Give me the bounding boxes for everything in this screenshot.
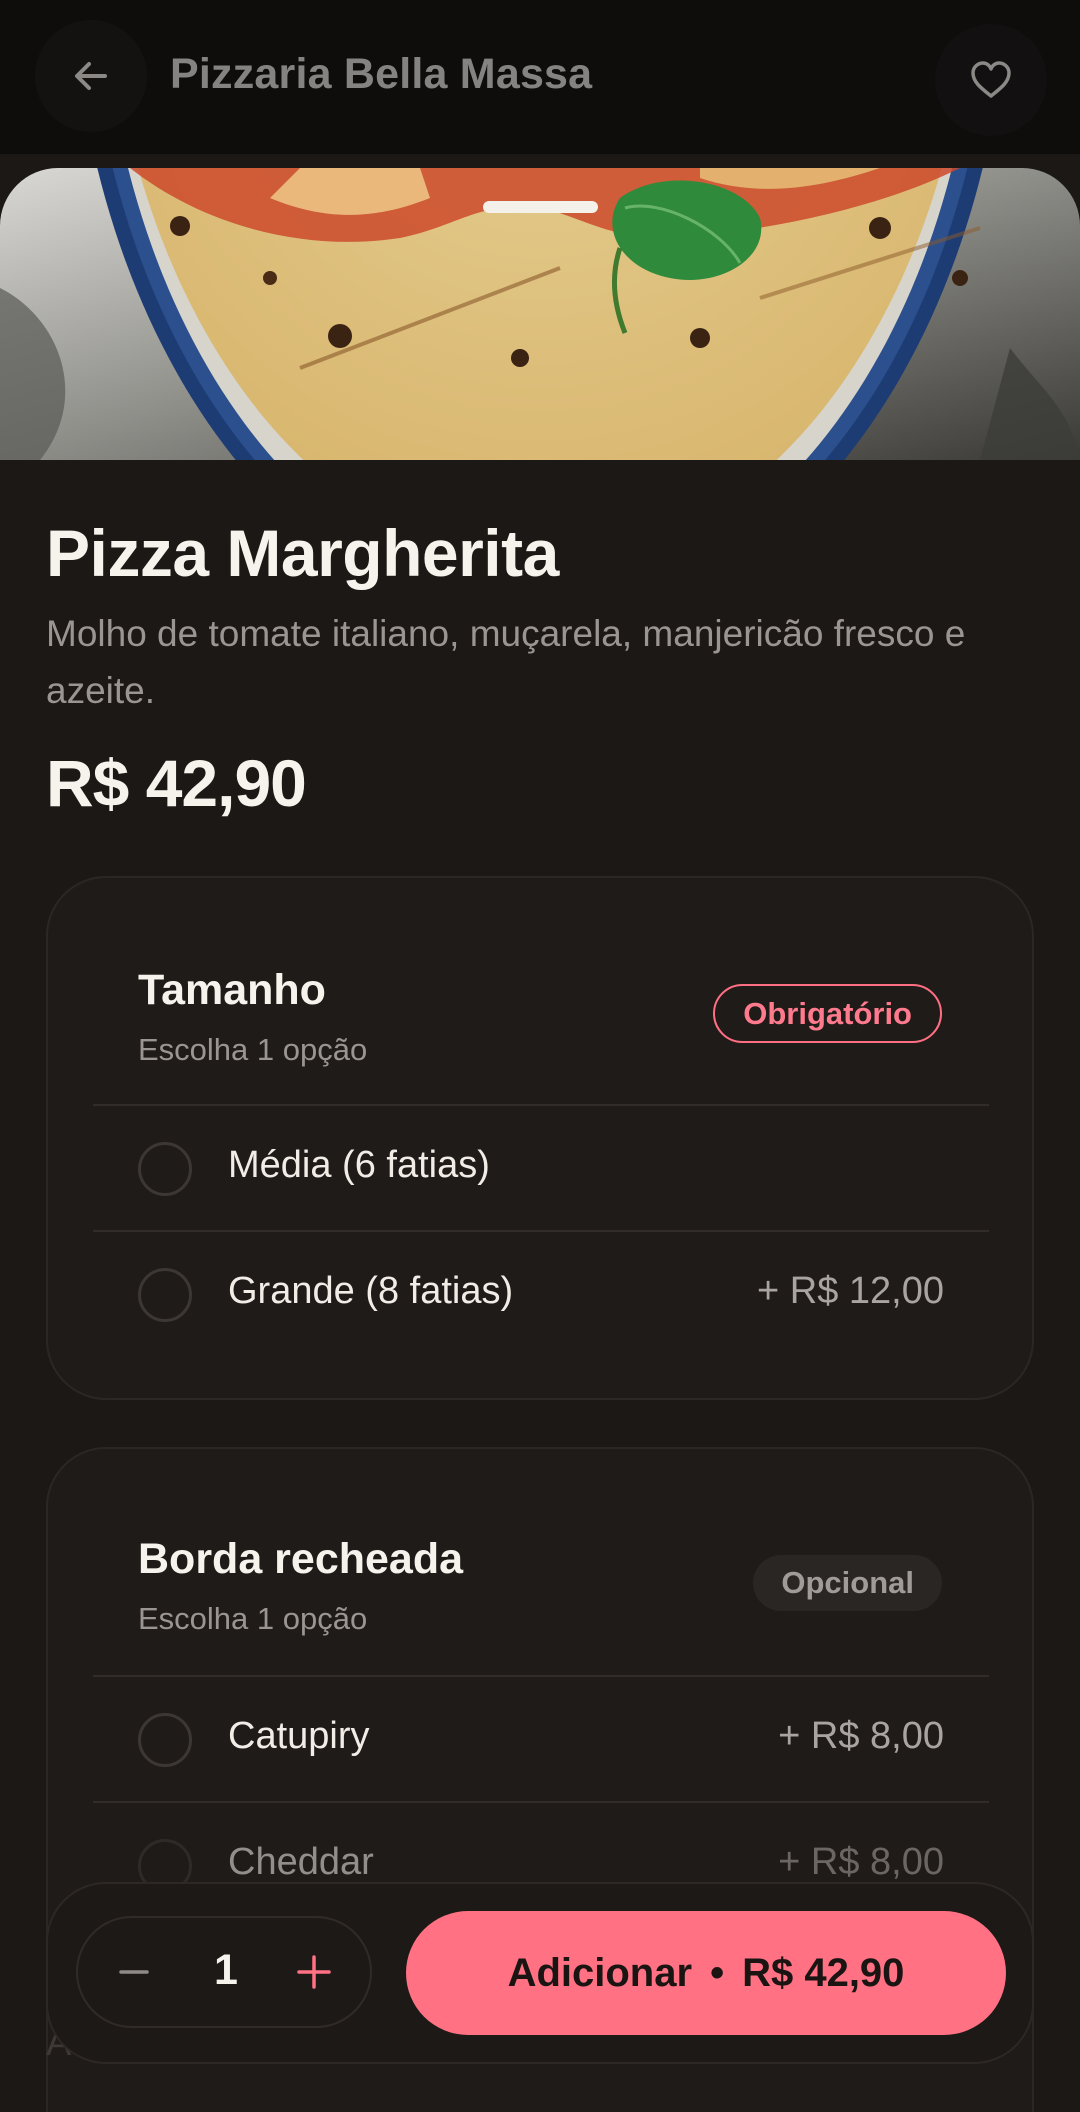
heart-icon [971,61,1011,98]
favorite-button[interactable] [935,24,1047,136]
add-label: Adicionar [507,1950,693,1995]
increase-button[interactable] [278,1936,350,2008]
option-label: Média (6 fatias) [228,1144,490,1186]
group-subtitle: Escolha 1 opção [138,1032,368,1067]
plus-icon [297,1955,331,1989]
add-to-cart-button[interactable]: Adicionar • R$ 42,90 [406,1911,1006,2035]
option-price: + R$ 8,00 [778,1841,944,1883]
group-title: Borda recheada [138,1535,464,1583]
bottom-action-bar: 1 Adicionar • R$ 42,90 [46,1882,1034,2064]
product-price: R$ 42,90 [46,746,307,820]
option-label: Grande (8 fatias) [228,1270,514,1312]
option-row-catupiry[interactable]: Catupiry + R$ 8,00 [48,1677,1034,1801]
radio-button[interactable] [138,1713,192,1767]
product-description: Molho de tomate italiano, muçarela, manj… [46,613,966,711]
radio-button[interactable] [138,1268,192,1322]
separator-dot: • [710,1950,725,1995]
arrow-left-icon [75,62,107,90]
option-row-large[interactable]: Grande (8 fatias) + R$ 12,00 [48,1232,1034,1356]
quantity-stepper: 1 [76,1916,372,2028]
radio-button[interactable] [138,1142,192,1196]
top-app-bar: Pizzaria Bella Massa [0,0,1080,155]
group-subtitle: Escolha 1 opção [138,1601,368,1636]
back-button[interactable] [35,20,147,132]
group-title: Tamanho [138,966,326,1014]
product-name: Pizza Margherita [46,516,559,590]
cart-total: R$ 42,90 [742,1950,905,1995]
size-option-group: Tamanho Escolha 1 opção Obrigatório Médi… [46,876,1034,1400]
store-title: Pizzaria Bella Massa [170,50,593,98]
option-price: + R$ 8,00 [778,1715,944,1757]
option-label: Catupiry [228,1715,370,1757]
optional-badge: Opcional [753,1555,942,1611]
option-price: + R$ 12,00 [757,1270,944,1312]
sheet-drag-handle[interactable] [483,201,598,213]
option-label: Cheddar [228,1841,374,1883]
required-badge: Obrigatório [713,984,942,1043]
option-row-medium[interactable]: Média (6 fatias) [48,1106,1034,1230]
